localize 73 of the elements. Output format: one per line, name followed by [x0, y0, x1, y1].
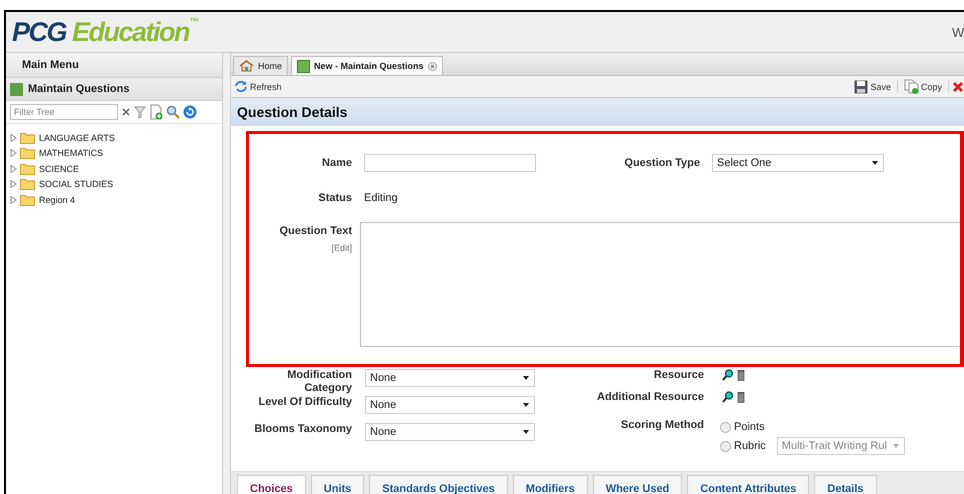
trash-icon[interactable] — [737, 391, 745, 403]
folder-icon — [20, 178, 36, 190]
tree-item[interactable]: MATHEMATICS — [39, 148, 104, 158]
refresh-icon — [234, 80, 248, 93]
module-icon — [10, 82, 23, 96]
copy-button[interactable]: Copy — [900, 79, 945, 94]
delete-icon[interactable] — [952, 80, 964, 92]
field-label: Modification Category — [286, 369, 352, 395]
field-label: Status — [317, 192, 352, 204]
tab[interactable]: New - Maintain Questions — [291, 56, 443, 75]
filter-field[interactable]: Filter Tree — [10, 104, 118, 120]
folder-icon — [20, 132, 36, 144]
field-label: Question Text — [279, 225, 352, 237]
logo-text: PCG — [12, 17, 66, 47]
logo-text: Education — [72, 17, 190, 47]
refresh-icon[interactable] — [183, 105, 197, 119]
folder-icon — [20, 194, 36, 206]
status-value: Editing — [364, 192, 398, 204]
tree-item[interactable]: Region 4 — [39, 194, 76, 205]
section-title: Question Details — [237, 104, 348, 120]
user-text: W — [952, 24, 964, 40]
dropdown-select[interactable]: None — [365, 423, 535, 441]
filter-icon[interactable] — [134, 105, 146, 119]
field-label: Resource — [652, 369, 704, 382]
copy-icon — [904, 79, 919, 94]
add-document-icon[interactable] — [149, 104, 163, 120]
expand-arrow-icon[interactable] — [10, 149, 17, 158]
radio-button[interactable] — [720, 440, 731, 452]
edit-link[interactable]: [Edit] — [331, 243, 352, 253]
radio-label: Rubric — [734, 440, 766, 452]
name-field[interactable] — [364, 154, 536, 172]
expand-arrow-icon[interactable] — [10, 134, 17, 142]
question-type-select[interactable]: Select One — [712, 154, 884, 172]
tab[interactable]: Details — [814, 475, 876, 494]
save-button[interactable]: Save — [851, 80, 894, 94]
module-title: Maintain Questions — [28, 83, 130, 95]
radio-label: Points — [734, 421, 765, 433]
clear-icon[interactable] — [121, 107, 131, 117]
expand-arrow-icon[interactable] — [10, 164, 17, 173]
tab[interactable]: Units — [310, 475, 364, 494]
tab[interactable]: Standards Objectives — [369, 475, 508, 494]
expand-arrow-icon[interactable] — [10, 180, 17, 188]
main-menu-title: Main Menu — [22, 59, 79, 71]
search-icon[interactable] — [722, 369, 734, 381]
field-label: Additional Resource — [596, 391, 704, 404]
rubric-select[interactable]: Multi-Trait Writing Rul — [776, 437, 905, 455]
field-label: Blooms Taxonomy — [253, 423, 352, 436]
field-label: Scoring Method — [620, 419, 704, 432]
tab[interactable]: Modifiers — [512, 475, 588, 494]
radio-button[interactable] — [720, 422, 731, 432]
field-label: Question Type — [623, 157, 700, 169]
field-label: Name — [321, 157, 352, 169]
search-icon[interactable] — [722, 391, 734, 403]
dropdown-select[interactable]: None — [365, 396, 535, 414]
expand-arrow-icon[interactable] — [10, 196, 17, 204]
home-icon — [239, 60, 254, 72]
save-icon — [854, 80, 868, 94]
tree-item[interactable]: SCIENCE — [39, 164, 80, 174]
folder-icon — [20, 147, 36, 160]
tab[interactable]: Home — [233, 56, 288, 75]
tab[interactable]: Where Used — [592, 475, 682, 494]
tab[interactable]: Content Attributes — [687, 475, 810, 494]
close-icon[interactable] — [428, 62, 437, 70]
tree-item[interactable]: LANGUAGE ARTS — [39, 132, 115, 143]
tab[interactable]: Choices — [237, 475, 306, 494]
field-label: Level Of Difficulty — [257, 396, 352, 409]
tree-item[interactable]: SOCIAL STUDIES — [39, 179, 114, 190]
dropdown-select[interactable]: None — [365, 369, 535, 387]
module-icon — [297, 60, 310, 72]
refresh-button[interactable]: Refresh — [231, 80, 285, 93]
trash-icon[interactable] — [737, 369, 745, 381]
trademark-mark: ™ — [189, 17, 200, 28]
folder-icon — [20, 162, 36, 175]
